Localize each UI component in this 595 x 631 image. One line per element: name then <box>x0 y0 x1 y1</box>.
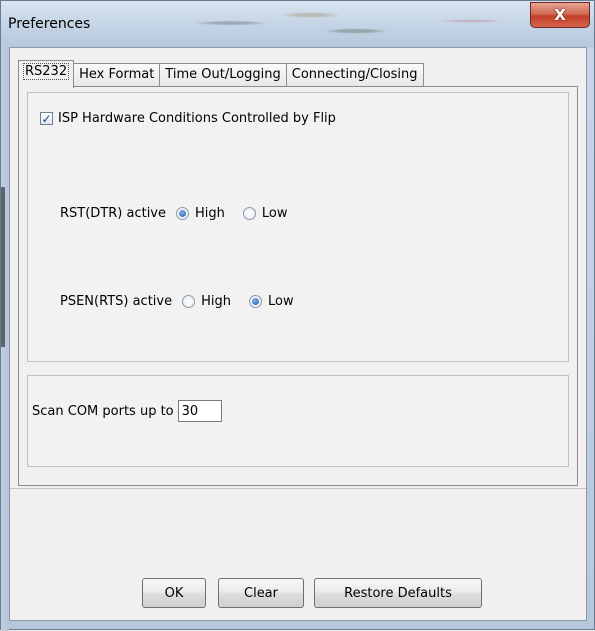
tab-strip: RS232 Hex Format Time Out/Logging Connec… <box>18 60 424 88</box>
ok-button[interactable]: OK <box>142 578 206 608</box>
rst-high-label[interactable]: High <box>195 206 225 221</box>
tab-rs232[interactable]: RS232 <box>18 60 75 88</box>
psen-high-label[interactable]: High <box>201 294 231 309</box>
clear-button[interactable]: Clear <box>218 578 304 608</box>
rst-dtr-row: RST(DTR) active High Low <box>60 206 288 221</box>
divider <box>10 488 586 489</box>
tab-panel-rs232: ✓ ISP Hardware Conditions Controlled by … <box>18 86 578 486</box>
close-button[interactable]: X <box>530 2 590 28</box>
tab-connecting-closing[interactable]: Connecting/Closing <box>285 63 424 87</box>
scan-ports-row: Scan COM ports up to <box>32 400 222 422</box>
isp-hardware-checkbox[interactable]: ✓ <box>40 112 53 125</box>
button-bar: OK Clear Restore Defaults <box>10 578 586 608</box>
isp-hardware-checkbox-row[interactable]: ✓ ISP Hardware Conditions Controlled by … <box>40 111 336 126</box>
isp-settings-group: ✓ ISP Hardware Conditions Controlled by … <box>27 92 569 362</box>
restore-defaults-button[interactable]: Restore Defaults <box>314 578 482 608</box>
tab-rs232-label: RS232 <box>22 63 70 80</box>
psen-low-label[interactable]: Low <box>268 294 294 309</box>
preferences-window: Preferences X RS232 Hex Format Time Out/… <box>0 0 595 631</box>
psen-low-radio[interactable] <box>249 295 262 308</box>
psen-rts-label: PSEN(RTS) active <box>60 294 173 309</box>
tab-hex-format[interactable]: Hex Format <box>73 63 161 87</box>
window-left-border <box>1 47 9 631</box>
close-icon: X <box>554 6 566 24</box>
scan-ports-group: Scan COM ports up to <box>27 375 569 467</box>
psen-rts-row: PSEN(RTS) active High Low <box>60 294 294 309</box>
psen-high-radio[interactable] <box>182 295 196 308</box>
rst-low-radio[interactable] <box>242 207 256 220</box>
scan-ports-input[interactable] <box>177 400 222 422</box>
border-grip <box>1 187 5 347</box>
title-bar[interactable]: Preferences X <box>1 1 594 47</box>
checkmark-icon: ✓ <box>41 111 52 126</box>
window-title: Preferences <box>8 16 91 32</box>
rst-high-radio[interactable] <box>176 207 189 220</box>
rst-dtr-label: RST(DTR) active <box>60 206 166 221</box>
scan-ports-label: Scan COM ports up to <box>32 403 174 419</box>
isp-hardware-label: ISP Hardware Conditions Controlled by Fl… <box>58 111 336 126</box>
dialog-client-area: RS232 Hex Format Time Out/Logging Connec… <box>9 47 587 621</box>
tab-time-out-logging[interactable]: Time Out/Logging <box>159 63 287 87</box>
rst-low-label[interactable]: Low <box>262 206 288 221</box>
